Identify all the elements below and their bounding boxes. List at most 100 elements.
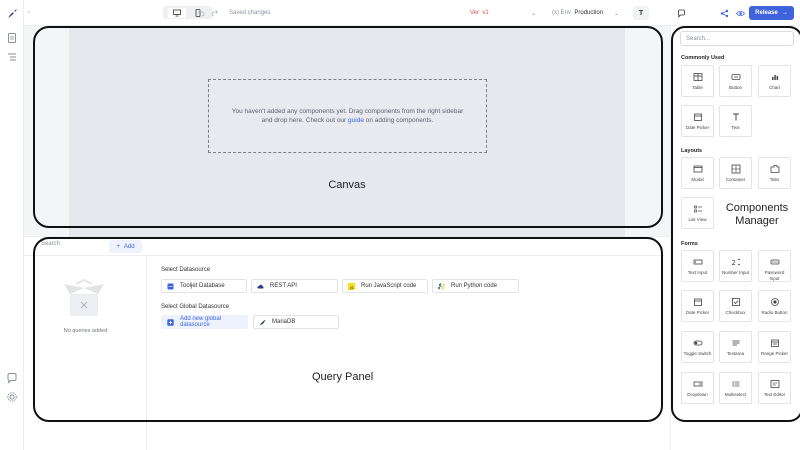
component-card-label: Button [728, 85, 742, 90]
checkbox-icon [731, 297, 741, 307]
guide-link[interactable]: guide [348, 117, 364, 124]
empty-canvas-line2-post: on adding components. [365, 117, 434, 124]
component-card-label: Date Picker [685, 125, 710, 130]
canvas-annotation-label: Canvas [328, 179, 366, 191]
component-card-modal[interactable]: Modal [681, 157, 714, 189]
datasource-python[interactable]: Run Python code [432, 279, 519, 293]
table-icon [693, 72, 703, 82]
component-card-label: Radio Button [761, 310, 788, 315]
number-input-icon: 2 [731, 257, 741, 267]
components-sidebar: Search... Commonly Used Layouts Forms Ta… [670, 26, 800, 450]
version-value: v1 [482, 10, 489, 16]
radio-icon [770, 297, 780, 307]
save-status: Saved changes [229, 10, 271, 16]
component-card-label: Modal [691, 177, 704, 182]
query-search-input[interactable]: Search [41, 241, 60, 247]
multiselect-icon [731, 379, 741, 389]
component-card-radio-button[interactable]: Radio Button [758, 290, 791, 322]
chart-icon [770, 72, 780, 82]
component-card-password-input[interactable]: Password Input [758, 250, 791, 282]
share-icon[interactable] [717, 5, 731, 21]
version-prefix: Ver [470, 10, 480, 16]
component-card-tabs[interactable]: Tabs [758, 157, 791, 189]
component-card-range-picker[interactable]: Range Picker [758, 331, 791, 363]
settings-gear-icon[interactable] [6, 391, 18, 403]
component-card-chart[interactable]: Chart [758, 65, 791, 97]
component-card-label: Table [692, 85, 703, 90]
datasource-label: MariaDB [272, 319, 296, 325]
release-button[interactable]: Release → [749, 6, 794, 20]
component-card-label: Range Picker [760, 351, 788, 356]
component-card-label: Text Editor [763, 392, 786, 397]
component-card-container[interactable]: Container [719, 157, 752, 189]
version-selector[interactable]: Ver v1 [470, 0, 489, 26]
component-card-date-picker[interactable]: Date Picker [681, 105, 714, 137]
component-card-label: Text [731, 125, 740, 130]
datasource-label: REST API [270, 283, 297, 289]
datasource-label: Tooljet Database [180, 283, 225, 289]
add-query-button[interactable]: + Add [109, 240, 142, 253]
textarea-icon [731, 338, 741, 348]
component-search-input[interactable]: Search... [680, 31, 794, 46]
chat-icon[interactable] [674, 5, 688, 21]
empty-queries-illustration-icon [64, 278, 104, 316]
component-card-list-view[interactable]: List View [681, 197, 714, 229]
version-chevron-icon[interactable]: ⌄ [531, 0, 536, 26]
component-card-text-input[interactable]: Text Input [681, 250, 714, 282]
datasource-rest-api[interactable]: REST API [251, 279, 338, 293]
undo-icon[interactable] [196, 8, 206, 18]
text-icon [731, 112, 741, 122]
component-card-toggle-switch[interactable]: Toggle Switch [681, 331, 714, 363]
component-card-label: Toggle Switch [683, 351, 712, 356]
add-query-label: Add [123, 243, 135, 250]
select-global-datasource-heading: Select Global Datasource [161, 304, 230, 310]
calendar-icon [693, 112, 703, 122]
component-card-label: Chart [768, 85, 780, 90]
range-picker-icon [770, 338, 780, 348]
collapse-chevron-icon[interactable]: ‹ [28, 0, 30, 26]
component-card-label: Date Picker [685, 310, 710, 315]
modal-icon [693, 164, 703, 174]
datasource-mariadb[interactable]: MariaDB [253, 315, 339, 329]
dropdown-icon [693, 379, 703, 389]
rocket-logo-icon[interactable] [6, 8, 18, 20]
component-card-date-picker[interactable]: Date Picker [681, 290, 714, 322]
python-icon [438, 282, 445, 290]
desktop-view-icon[interactable] [168, 7, 187, 18]
component-card-text[interactable]: Text [719, 105, 752, 137]
add-global-datasource-button[interactable]: Add new global datasource [161, 315, 248, 329]
env-value: Production [574, 10, 604, 16]
pages-icon[interactable] [6, 32, 18, 44]
datasource-tooljet-db[interactable]: Tooljet Database [161, 279, 247, 293]
datasource-label: Run JavaScript code [361, 283, 417, 289]
theme-toggle-button[interactable]: T [633, 6, 649, 20]
component-card-label: List View [688, 217, 707, 222]
component-card-multiselect[interactable]: Multiselect [719, 372, 752, 404]
component-card-checkbox[interactable]: Checkbox [719, 290, 752, 322]
component-card-label: Password Input [764, 270, 785, 281]
component-card-text-editor[interactable]: Text Editor [758, 372, 791, 404]
empty-canvas-dropzone[interactable]: You haven't added any components yet. Dr… [208, 79, 487, 153]
environment-selector[interactable]: (x) Env Production [552, 0, 603, 26]
component-card-table[interactable]: Table [681, 65, 714, 97]
javascript-icon: JS [348, 282, 355, 290]
container-icon [731, 164, 741, 174]
empty-canvas-line2-pre: and drop here. Check out our [261, 117, 347, 124]
release-label: Release [755, 10, 778, 16]
components-manager-annotation-label: Components Manager [725, 202, 789, 227]
inspector-icon[interactable] [6, 51, 18, 63]
redo-icon[interactable] [210, 8, 220, 18]
comments-icon[interactable] [6, 372, 18, 384]
app-editor: ‹ Saved changes Ver v1 ⌄ (x) Env Product… [0, 0, 800, 450]
password-icon [770, 257, 780, 267]
datasource-javascript[interactable]: JS Run JavaScript code [342, 279, 428, 293]
component-card-textarea[interactable]: Textarea [719, 331, 752, 363]
env-chevron-icon[interactable]: ⌄ [614, 0, 619, 26]
component-card-button[interactable]: Button [719, 65, 752, 97]
canvas[interactable]: You haven't added any components yet. Dr… [69, 26, 625, 237]
component-card-number-input[interactable]: 2 Number Input [719, 250, 752, 282]
database-icon [167, 283, 174, 290]
select-datasource-heading: Select Datasource [161, 267, 211, 273]
component-card-dropdown[interactable]: Dropdown [681, 372, 714, 404]
preview-eye-icon[interactable] [733, 5, 747, 21]
